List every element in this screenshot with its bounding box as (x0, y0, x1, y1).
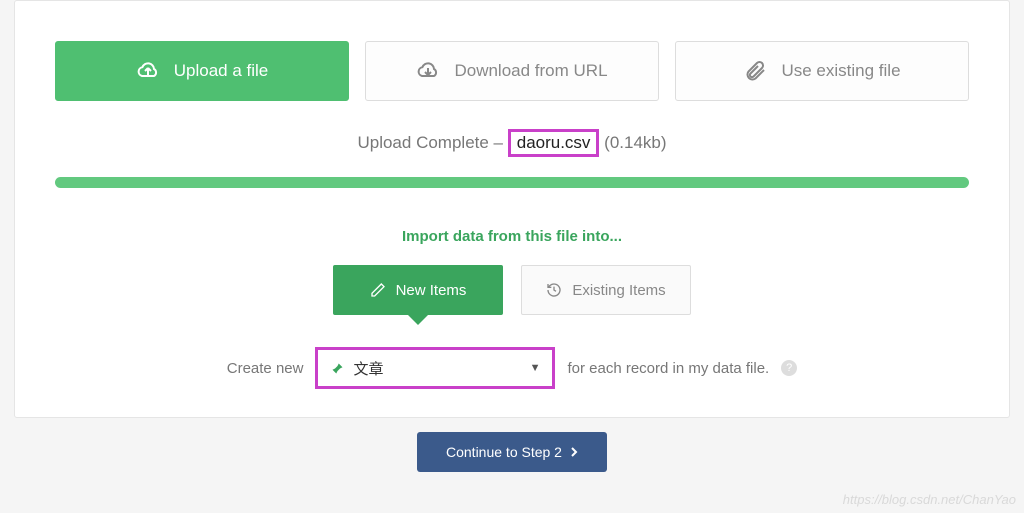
tab-new-items[interactable]: New Items (333, 265, 503, 315)
continue-label: Continue to Step 2 (446, 444, 562, 460)
create-prefix: Create new (227, 360, 304, 377)
tab-existing-label: Use existing file (781, 61, 900, 81)
pencil-icon (370, 282, 386, 298)
post-type-select[interactable]: 文章 ▼ (315, 347, 555, 389)
tab-existing-items-label: Existing Items (572, 282, 665, 299)
history-icon (546, 282, 562, 298)
upload-prefix: Upload Complete – (357, 133, 507, 152)
watermark-text: https://blog.csdn.net/ChanYao (843, 492, 1016, 507)
tab-new-items-label: New Items (396, 282, 467, 299)
help-icon[interactable]: ? (781, 360, 797, 376)
pin-icon (330, 361, 345, 376)
source-tabs: Upload a file Download from URL Use exis… (55, 41, 969, 101)
cloud-upload-icon (136, 59, 160, 83)
chevron-right-icon (570, 446, 578, 458)
cloud-download-icon (416, 59, 440, 83)
tab-download-label: Download from URL (454, 61, 607, 81)
caret-down-icon: ▼ (530, 362, 541, 374)
uploaded-filename: daoru.csv (508, 129, 600, 157)
continue-button[interactable]: Continue to Step 2 (417, 432, 607, 472)
upload-size: (0.14kb) (599, 133, 666, 152)
tab-existing-items[interactable]: Existing Items (521, 265, 691, 315)
import-panel: Upload a file Download from URL Use exis… (14, 0, 1010, 418)
import-mode-tabs: New Items Existing Items (55, 265, 969, 315)
create-new-row: Create new 文章 ▼ for each record in my da… (55, 347, 969, 389)
post-type-selected: 文章 (353, 358, 383, 379)
tab-existing-file[interactable]: Use existing file (675, 41, 969, 101)
tab-upload-file[interactable]: Upload a file (55, 41, 349, 101)
create-suffix: for each record in my data file. (567, 360, 769, 377)
tab-download-url[interactable]: Download from URL (365, 41, 659, 101)
upload-status-text: Upload Complete – daoru.csv (0.14kb) (55, 129, 969, 157)
tab-upload-label: Upload a file (174, 61, 269, 81)
upload-progress-bar (55, 177, 969, 188)
import-section-title: Import data from this file into... (55, 228, 969, 245)
paperclip-icon (743, 59, 767, 83)
